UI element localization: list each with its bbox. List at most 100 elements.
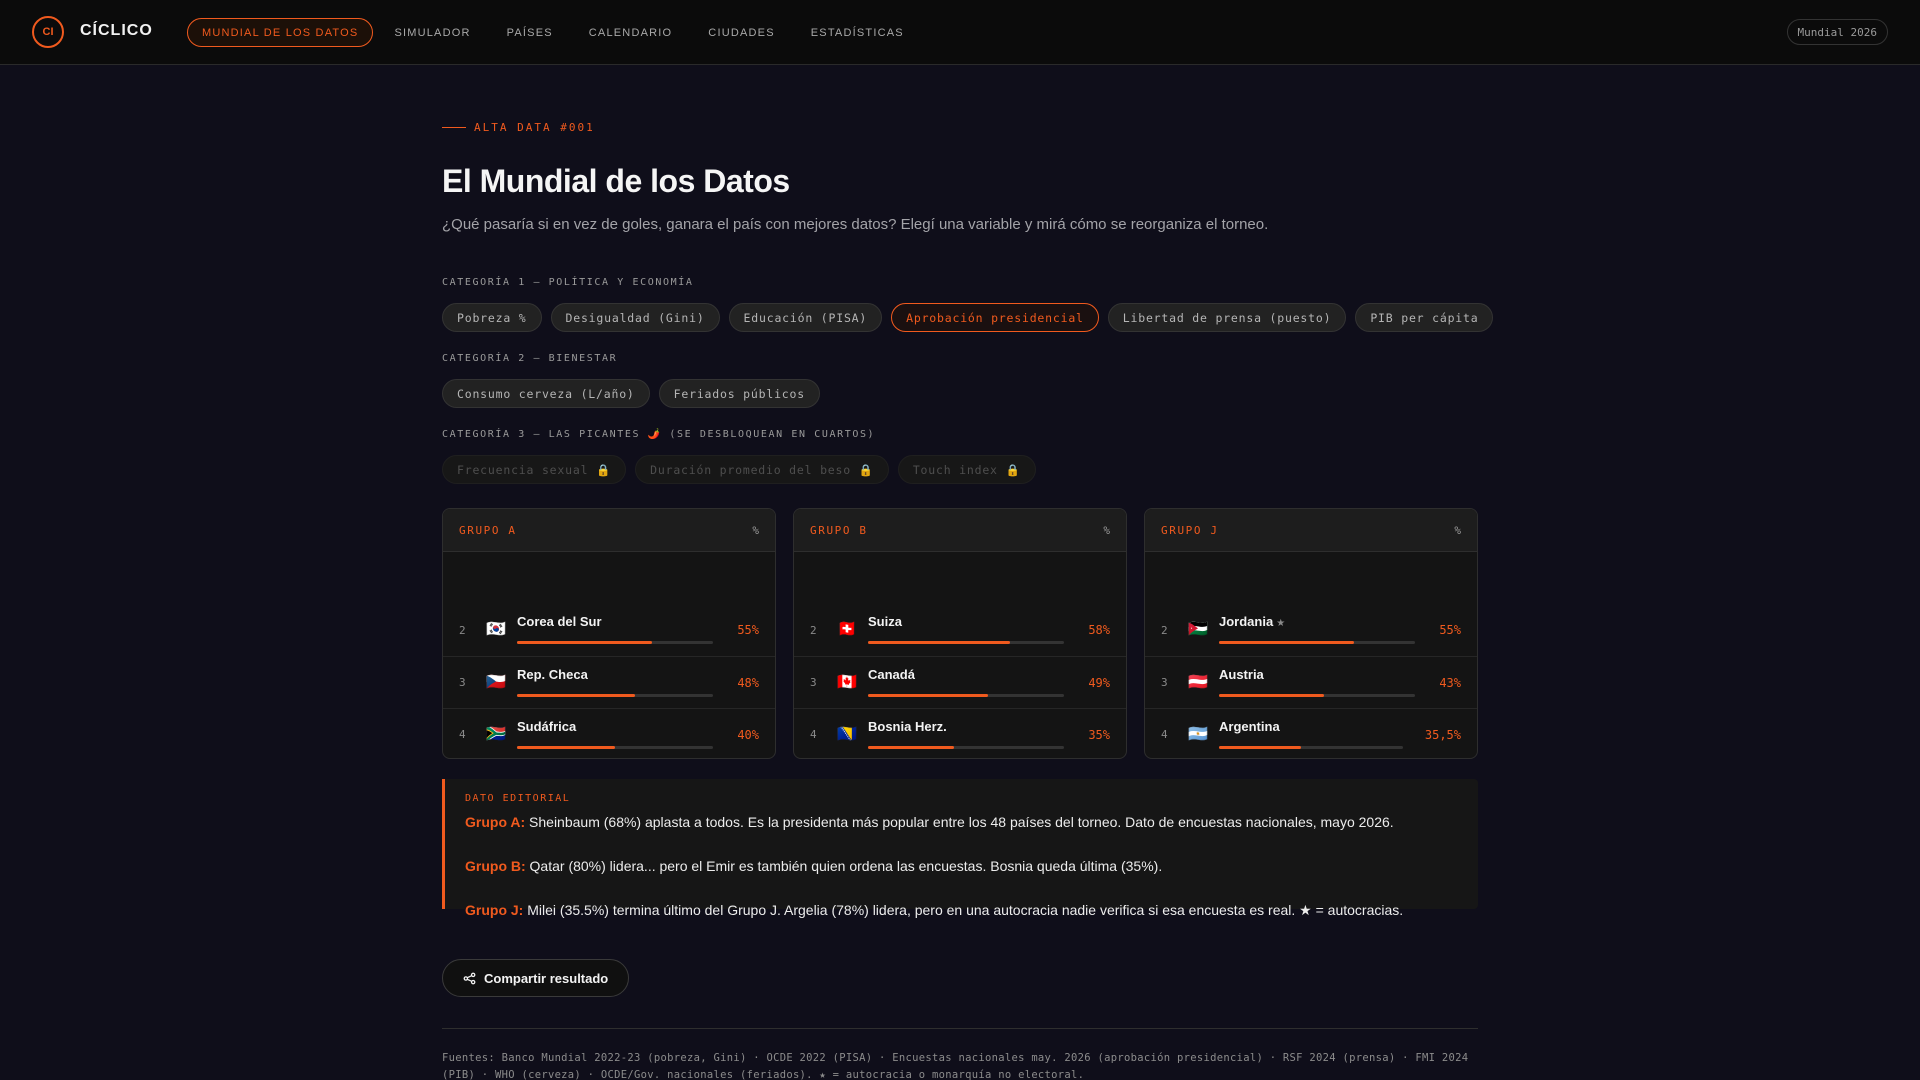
- chip-aprobacion-presidencial[interactable]: Aprobación presidencial: [891, 303, 1099, 332]
- main-nav: MUNDIAL DE LOS DATOS SIMULADOR PAÍSES CA…: [187, 18, 925, 47]
- share-icon: [463, 972, 476, 984]
- brand-name[interactable]: CÍCLICO: [80, 22, 153, 40]
- value-bar-fill: [1219, 641, 1354, 644]
- group-name: GRUPO A: [459, 523, 517, 537]
- table-row[interactable]: 4 🇦🇷 Argentina 35,5%: [1145, 708, 1477, 758]
- top-navbar: CI CÍCLICO MUNDIAL DE LOS DATOS SIMULADO…: [0, 0, 1920, 65]
- chip-educacion[interactable]: Educación (PISA): [728, 303, 883, 332]
- share-result-button[interactable]: Compartir resultado: [442, 959, 630, 997]
- group-card-header: GRUPO J %: [1145, 509, 1477, 552]
- eyebrow-line: [442, 127, 466, 128]
- country-name: Sudáfrica: [517, 719, 579, 734]
- value-bar-fill: [517, 693, 635, 697]
- value: 48%: [737, 675, 759, 690]
- value: 55%: [737, 623, 759, 637]
- nav-item-ciudades[interactable]: CIUDADES: [693, 18, 789, 47]
- editorial-text: Qatar (80%) lidera... pero el Emir es ta…: [525, 858, 1163, 874]
- chip-feriados[interactable]: Feriados públicos: [658, 379, 820, 408]
- flag-icon: 🇨🇭: [837, 621, 857, 638]
- country-cell: Austria: [1219, 665, 1423, 701]
- editorial-group-label: Grupo A:: [465, 814, 526, 830]
- nav-item-paises[interactable]: PAÍSES: [492, 18, 568, 47]
- value-bar-track: [517, 745, 713, 749]
- country-name: Canadá: [868, 667, 918, 682]
- table-row[interactable]: 2 🇨🇭 Suiza 58%: [794, 604, 1126, 656]
- chip-pib[interactable]: PIB per cápita: [1355, 303, 1494, 332]
- value-bar-track: [868, 745, 1064, 749]
- footer-divider: [442, 1028, 1478, 1029]
- value: 55%: [1439, 623, 1461, 637]
- flag-icon: 🇯🇴: [1188, 621, 1208, 638]
- nav-item-simulador[interactable]: SIMULADOR: [379, 18, 485, 47]
- value-bar-fill: [868, 693, 989, 697]
- autocracy-star-icon: ★: [1276, 618, 1286, 629]
- country-cell: Bosnia Herz.: [868, 717, 1072, 753]
- group-name: GRUPO B: [810, 523, 868, 537]
- value: 35%: [1088, 727, 1110, 742]
- group-unit: %: [752, 523, 759, 537]
- category-3-label: CATEGORÍA 3 — LAS PICANTES 🌶️ (SE DESBLO…: [442, 429, 876, 440]
- country-name: Suiza: [868, 614, 905, 629]
- flag-icon: 🇦🇷: [1188, 725, 1208, 743]
- table-row[interactable]: 3 🇨🇦 Canadá 49%: [794, 656, 1126, 708]
- chip-desigualdad[interactable]: Desigualdad (Gini): [550, 303, 720, 332]
- group-card-j: GRUPO J % 2 🇯🇴 Jordania ★ 55% 3 🇦🇹 Austr…: [1144, 508, 1478, 759]
- country-name-text: Argentina: [1219, 718, 1280, 734]
- share-button-label: Compartir resultado: [484, 970, 609, 986]
- value-bar-fill: [868, 641, 1011, 644]
- nav-item-mundial-de-los-datos[interactable]: MUNDIAL DE LOS DATOS: [187, 18, 374, 47]
- rank: 2: [459, 623, 466, 637]
- logo-icon[interactable]: CI: [32, 16, 64, 48]
- group-unit: %: [1103, 523, 1110, 537]
- editorial-item-a: Grupo A: Sheinbaum (68%) aplasta a todos…: [465, 814, 1458, 831]
- category-1-label: CATEGORÍA 1 — POLÍTICA Y ECONOMÍA: [442, 277, 694, 288]
- value-bar-track: [1219, 745, 1403, 749]
- group-rows: 2 🇯🇴 Jordania ★ 55% 3 🇦🇹 Austria 43% 4 🇦…: [1145, 604, 1477, 758]
- editorial-text: Milei (35.5%) termina último del Grupo J…: [523, 902, 1404, 918]
- table-row[interactable]: 2 🇰🇷 Corea del Sur 55%: [443, 604, 775, 656]
- page-title: El Mundial de los Datos: [442, 163, 790, 199]
- value-bar-track: [517, 641, 713, 644]
- chip-pobreza[interactable]: Pobreza %: [442, 303, 542, 332]
- country-name: Rep. Checa: [517, 667, 591, 682]
- value-bar-fill: [868, 745, 954, 749]
- table-row[interactable]: 3 🇨🇿 Rep. Checa 48%: [443, 656, 775, 708]
- page-subtitle: ¿Qué pasaría si en vez de goles, ganara …: [442, 216, 1269, 233]
- chip-touch-index: Touch index 🔒: [897, 455, 1036, 484]
- value: 49%: [1088, 675, 1110, 690]
- group-rows: 2 🇨🇭 Suiza 58% 3 🇨🇦 Canadá 49% 4 🇧🇦 Bosn…: [794, 604, 1126, 758]
- flag-icon: 🇧🇦: [837, 725, 857, 743]
- group-card-b: GRUPO B % 2 🇨🇭 Suiza 58% 3 🇨🇦 Canadá 49%…: [793, 508, 1127, 759]
- country-name: Corea del Sur: [517, 614, 605, 629]
- flag-icon: 🇨🇦: [837, 673, 857, 691]
- group-card-a: GRUPO A % 2 🇰🇷 Corea del Sur 55% 3 🇨🇿 Re…: [442, 508, 776, 759]
- value: 40%: [737, 727, 759, 742]
- editorial-group-label: Grupo B:: [465, 858, 526, 874]
- nav-item-calendario[interactable]: CALENDARIO: [574, 18, 688, 47]
- category-2-label: CATEGORÍA 2 — BIENESTAR: [442, 353, 618, 364]
- value-bar-fill: [1219, 693, 1325, 697]
- chip-consumo-cerveza[interactable]: Consumo cerveza (L/año): [442, 379, 650, 408]
- editorial-item-b: Grupo B: Qatar (80%) lidera... pero el E…: [465, 858, 1458, 875]
- country-name-text: Canadá: [868, 666, 915, 682]
- country-cell: Suiza: [868, 612, 1072, 648]
- table-row[interactable]: 3 🇦🇹 Austria 43%: [1145, 656, 1477, 708]
- editorial-box: DATO EDITORIAL Grupo A: Sheinbaum (68%) …: [442, 779, 1478, 918]
- table-row[interactable]: 4 🇧🇦 Bosnia Herz. 35%: [794, 708, 1126, 758]
- category-1-chips: Pobreza % Desigualdad (Gini) Educación (…: [442, 303, 1494, 332]
- chip-libertad-prensa[interactable]: Libertad de prensa (puesto): [1107, 303, 1347, 332]
- flag-icon: 🇨🇿: [486, 673, 506, 691]
- country-name-text: Corea del Sur: [517, 614, 602, 629]
- table-row[interactable]: 4 🇿🇦 Sudáfrica 40%: [443, 708, 775, 758]
- nav-item-estadisticas[interactable]: ESTADÍSTICAS: [796, 18, 919, 47]
- rank: 4: [459, 728, 466, 741]
- rank: 3: [810, 676, 817, 689]
- country-cell: Jordania ★: [1219, 612, 1423, 648]
- table-row[interactable]: 2 🇯🇴 Jordania ★ 55%: [1145, 604, 1477, 656]
- country-cell: Corea del Sur: [517, 612, 721, 648]
- category-2-chips: Consumo cerveza (L/año) Feriados público…: [442, 379, 820, 408]
- country-cell: Canadá: [868, 665, 1072, 701]
- chip-duracion-beso: Duración promedio del beso 🔒: [635, 455, 889, 484]
- group-unit: %: [1454, 523, 1461, 537]
- group-card-header: GRUPO A %: [443, 509, 775, 552]
